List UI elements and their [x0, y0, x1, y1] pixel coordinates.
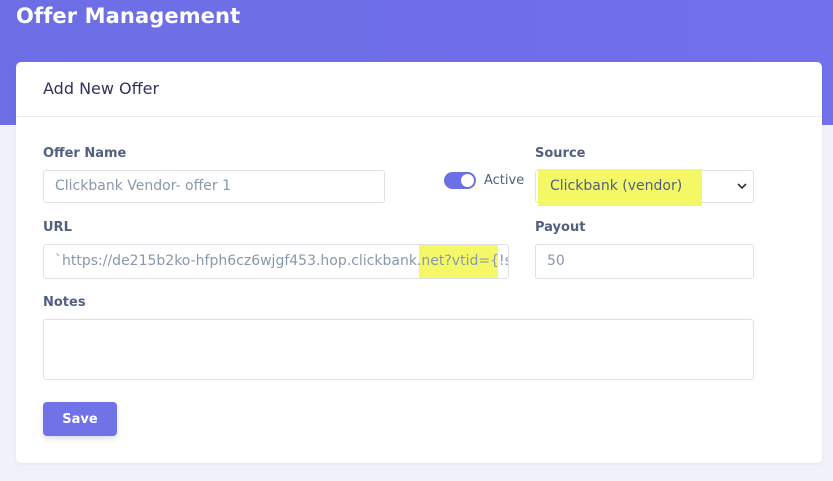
notes-label: Notes	[43, 295, 86, 310]
active-toggle[interactable]	[444, 172, 476, 189]
offer-name-label: Offer Name	[43, 146, 127, 161]
payout-input[interactable]: 50	[535, 244, 754, 279]
add-offer-card: Add New Offer Offer Name Clickbank Vendo…	[16, 62, 822, 463]
url-label: URL	[43, 220, 72, 235]
source-select[interactable]: Clickbank (vendor)	[535, 169, 754, 206]
payout-label: Payout	[535, 220, 586, 235]
url-input[interactable]: `https://de215b2ko-hfph6cz6wjgf453.hop.c…	[43, 244, 509, 279]
active-label: Active	[484, 173, 525, 188]
source-label: Source	[535, 146, 586, 161]
save-button[interactable]: Save	[43, 402, 117, 436]
url-input-value: `https://de215b2ko-hfph6cz6wjgf453.hop.c…	[55, 253, 509, 269]
notes-textarea[interactable]	[43, 319, 754, 380]
card-header: Add New Offer	[16, 62, 822, 117]
offer-name-input[interactable]: Clickbank Vendor- offer 1	[43, 170, 385, 203]
page-title: Offer Management	[16, 4, 241, 28]
source-selected-value: Clickbank (vendor)	[550, 178, 683, 194]
toggle-knob	[461, 174, 474, 187]
chevron-down-icon	[737, 183, 747, 190]
card-title: Add New Offer	[43, 79, 160, 98]
